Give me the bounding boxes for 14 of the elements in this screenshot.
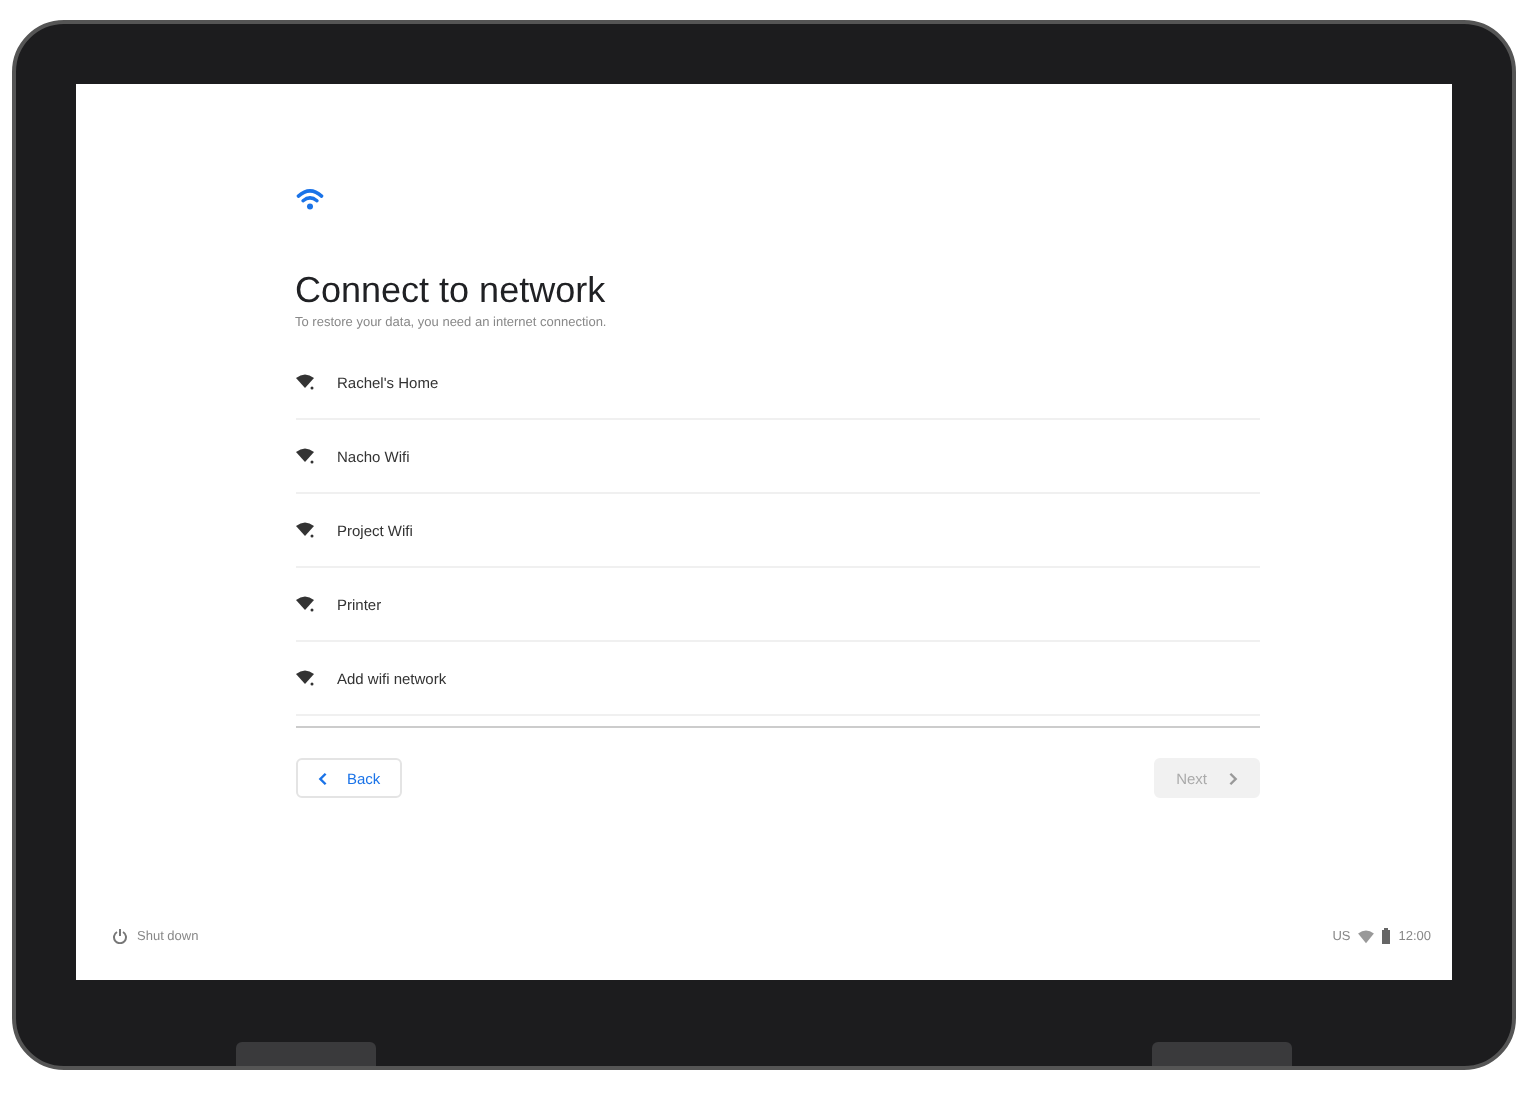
battery-icon (1382, 928, 1391, 944)
wifi-icon (295, 670, 313, 686)
chevron-left-icon (317, 771, 327, 785)
wifi-icon (295, 522, 313, 538)
power-icon (111, 928, 127, 944)
wifi-icon (1358, 929, 1375, 943)
wifi-icon (295, 448, 313, 464)
wifi-icon (295, 188, 323, 210)
wifi-icon (295, 374, 313, 390)
hinge (235, 1042, 375, 1066)
chevron-right-icon (1227, 771, 1237, 785)
hinge (1151, 1042, 1291, 1066)
wifi-icon (295, 596, 313, 612)
page-title: Connect to network (295, 270, 608, 312)
